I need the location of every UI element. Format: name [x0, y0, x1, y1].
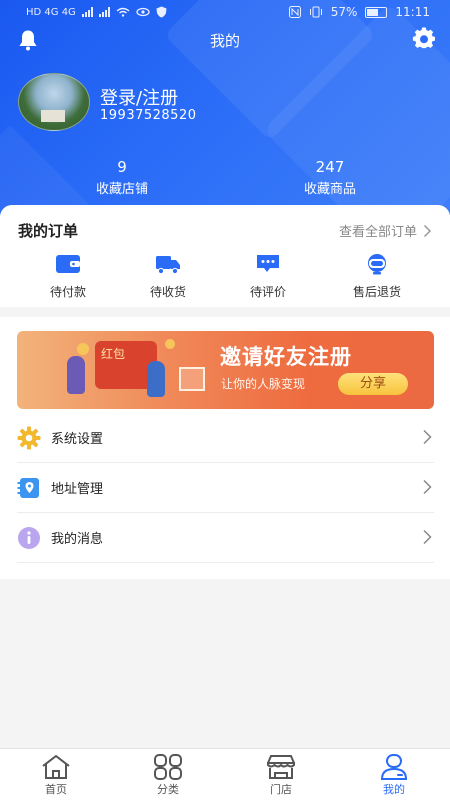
order-after-sales[interactable]: 售后退货: [332, 253, 422, 300]
menu-item-address[interactable]: 地址管理: [17, 463, 434, 513]
menu-card: 红包 邀请好友注册 让你的人脉变现 分享 系统设置 地址管理 我的消息: [0, 317, 450, 579]
order-pending-review[interactable]: 待评价: [223, 253, 313, 300]
address-icon: [17, 477, 39, 498]
chevron-right-icon: [423, 529, 432, 545]
orders-title: 我的订单: [18, 222, 79, 240]
eye-icon: [136, 7, 150, 17]
tab-store[interactable]: 门店: [241, 754, 321, 797]
status-bar: HD 4G 4G 57% 11:11: [0, 0, 450, 26]
signal-icon: [81, 7, 93, 17]
view-all-orders-link[interactable]: 查看全部订单: [339, 221, 432, 240]
tab-profile[interactable]: 我的: [354, 754, 434, 797]
category-icon: [154, 754, 182, 780]
order-pending-payment[interactable]: 待付款: [23, 253, 113, 300]
coin-decoration: [77, 343, 89, 355]
tab-home[interactable]: 首页: [16, 754, 96, 797]
status-network: HD 4G 4G: [26, 6, 167, 18]
red-envelope-text: 红包: [101, 347, 126, 361]
menu-item-label: 地址管理: [51, 482, 104, 497]
truck-icon: [156, 256, 180, 275]
battery-icon: [365, 6, 388, 18]
clock: 11:11: [395, 5, 430, 19]
chevron-right-icon: [423, 479, 432, 495]
menu-item-label: 我的消息: [51, 532, 104, 547]
invite-friends-banner[interactable]: 红包 邀请好友注册 让你的人脉变现 分享: [17, 331, 434, 409]
signal-icon: [98, 7, 110, 17]
settings-icon[interactable]: [412, 27, 436, 51]
order-item-label: 售后退货: [352, 285, 401, 299]
phone-number: 19937528520: [100, 108, 197, 123]
view-all-orders-label: 查看全部订单: [338, 225, 417, 240]
shield-icon: [156, 6, 167, 18]
order-item-label: 待付款: [49, 285, 86, 299]
banner-subtitle: 让你的人脉变现: [221, 377, 306, 391]
tab-label: 门店: [270, 783, 292, 796]
login-register-link[interactable]: 登录/注册: [100, 84, 178, 110]
favorite-goods-count: 247: [315, 158, 345, 176]
status-system: 57% 11:11: [288, 5, 430, 19]
favorite-shops-count: 9: [117, 158, 127, 176]
network-label: HD 4G 4G: [26, 6, 76, 18]
share-button[interactable]: 分享: [338, 373, 408, 395]
menu-item-label: 系统设置: [51, 432, 104, 447]
comment-icon: [257, 255, 279, 272]
settings-gear-icon: [17, 426, 41, 449]
avatar[interactable]: [18, 73, 90, 131]
order-pending-receipt[interactable]: 待收货: [123, 253, 213, 300]
chevron-right-icon: [423, 429, 432, 445]
chevron-right-icon: [423, 224, 432, 237]
store-icon: [267, 755, 295, 779]
favorite-goods-label: 收藏商品: [303, 182, 356, 197]
battery-percent: 57%: [330, 5, 358, 19]
wallet-icon: [56, 255, 80, 273]
person-illustration: [147, 361, 165, 397]
home-icon: [42, 755, 70, 779]
nfc-icon: [288, 6, 301, 18]
menu-item-settings[interactable]: 系统设置: [17, 413, 434, 463]
info-icon: [18, 526, 40, 549]
coin-decoration: [165, 339, 175, 349]
favorite-shops-stat[interactable]: 9 收藏店铺: [52, 158, 192, 197]
favorite-shops-label: 收藏店铺: [95, 182, 148, 197]
order-item-label: 待收货: [149, 285, 186, 299]
tab-label: 分类: [157, 783, 179, 796]
profile-header: HD 4G 4G 57% 11:11 我的 登录/注册 19937528520 …: [0, 0, 450, 215]
bottom-tab-bar: 首页 分类 门店 我的: [0, 748, 450, 800]
orders-card: 我的订单 查看全部订单 待付款 待收货 待评价 售后退货: [0, 205, 450, 307]
wifi-icon: [116, 7, 130, 17]
person-illustration: [67, 356, 85, 394]
menu-item-messages[interactable]: 我的消息: [17, 513, 434, 563]
tab-label: 首页: [45, 783, 67, 796]
tab-label: 我的: [383, 783, 405, 796]
banner-title: 邀请好友注册: [220, 345, 352, 369]
headset-icon: [368, 254, 386, 275]
vibrate-icon: [309, 6, 322, 18]
order-item-label: 待评价: [249, 285, 286, 299]
profile-icon: [380, 754, 408, 780]
page-title: 我的: [209, 32, 240, 50]
gift-box-illustration: [179, 367, 205, 391]
tab-category[interactable]: 分类: [128, 754, 208, 797]
favorite-goods-stat[interactable]: 247 收藏商品: [260, 158, 400, 197]
